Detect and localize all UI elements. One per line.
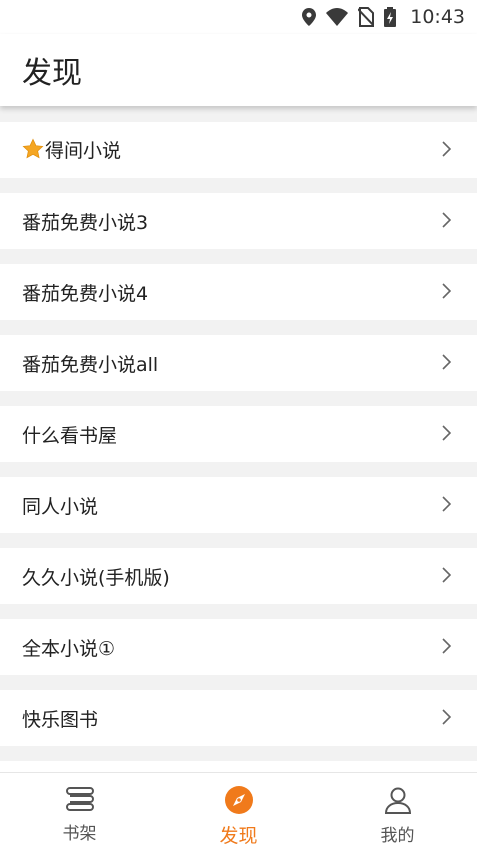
page-title: 发现 <box>22 56 82 91</box>
nav-item-mine[interactable]: 我的 <box>318 773 477 849</box>
list-item[interactable]: 番茄免费小说4 <box>0 264 477 320</box>
status-bar: 10:43 <box>0 0 477 34</box>
list-item-label: 久久小说(手机版) <box>22 566 170 589</box>
app-header: 发现 <box>0 34 477 106</box>
list-item[interactable]: 番茄免费小说all <box>0 335 477 391</box>
location-icon <box>302 8 317 26</box>
no-sim-icon <box>358 7 375 27</box>
status-time: 10:43 <box>410 6 465 28</box>
chevron-right-icon <box>441 141 452 161</box>
source-list: 得间小说 番茄免费小说3 番茄免费小说4 番茄免费小说all 什么看书屋 同人小… <box>0 122 477 832</box>
list-item[interactable]: 得间小说 <box>0 122 477 178</box>
chevron-right-icon <box>441 354 452 374</box>
list-item-label: 什么看书屋 <box>22 424 118 447</box>
bookshelf-icon <box>64 785 96 817</box>
nav-label: 书架 <box>62 824 97 844</box>
list-item-label: 番茄免费小说all <box>22 353 159 376</box>
list-item[interactable]: 番茄免费小说3 <box>0 193 477 249</box>
list-item-label: 快乐图书 <box>22 708 99 731</box>
list-item-label: 番茄免费小说4 <box>22 282 149 305</box>
compass-icon <box>224 785 254 819</box>
nav-item-discover[interactable]: 发现 <box>159 773 318 849</box>
chevron-right-icon <box>441 212 452 232</box>
wifi-icon <box>326 8 349 26</box>
list-item[interactable]: 全本小说① <box>0 619 477 675</box>
chevron-right-icon <box>441 638 452 658</box>
list-item-label: 全本小说① <box>22 637 116 660</box>
chevron-right-icon <box>441 709 452 729</box>
star-icon <box>22 138 44 165</box>
bottom-nav: 书架 发现 我的 <box>0 772 477 849</box>
person-icon <box>383 785 413 819</box>
chevron-right-icon <box>441 425 452 445</box>
list-item[interactable]: 快乐图书 <box>0 690 477 746</box>
list-item[interactable]: 久久小说(手机版) <box>0 548 477 604</box>
chevron-right-icon <box>441 283 452 303</box>
list-item[interactable]: 同人小说 <box>0 477 477 533</box>
nav-item-bookshelf[interactable]: 书架 <box>0 773 159 849</box>
list-item-label: 得间小说 <box>45 139 122 162</box>
battery-charging-icon <box>384 7 397 27</box>
chevron-right-icon <box>441 496 452 516</box>
nav-label: 我的 <box>380 826 415 846</box>
chevron-right-icon <box>441 567 452 587</box>
list-item[interactable]: 什么看书屋 <box>0 406 477 462</box>
list-item-label: 番茄免费小说3 <box>22 211 149 234</box>
list-item-label: 同人小说 <box>22 495 99 518</box>
nav-label: 发现 <box>219 825 258 847</box>
